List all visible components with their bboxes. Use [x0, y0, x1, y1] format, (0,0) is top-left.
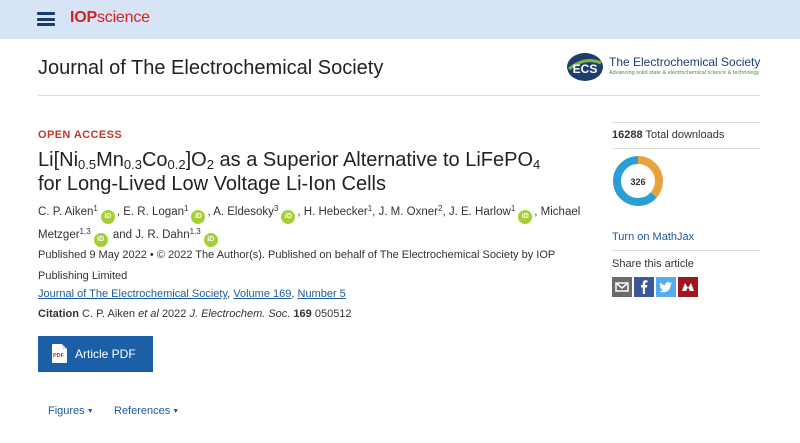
sidebar-divider	[612, 148, 760, 149]
affiliation-marker[interactable]: 1,3	[190, 227, 201, 236]
top-bar: IOPscience	[0, 0, 800, 39]
references-label: References	[114, 405, 171, 417]
article-pdf-button[interactable]: PDF Article PDF	[38, 336, 153, 372]
author-list: C. P. Aiken1iD, E. R. Logan1iD, A. Eldes…	[38, 201, 598, 247]
open-access-label: OPEN ACCESS	[38, 129, 123, 141]
volume-link[interactable]: Volume 169	[233, 288, 291, 300]
article-title: Li[Ni0.5Mn0.3Co0.2]O2 as a Superior Alte…	[38, 149, 541, 195]
orcid-icon[interactable]: iD	[100, 210, 115, 224]
ecs-logo[interactable]: ECS The Electrochemical Society Advancin…	[566, 52, 766, 86]
ecs-badge-initials: ECS	[573, 62, 598, 76]
caret-down-icon: ▼	[172, 408, 180, 415]
affiliation-marker[interactable]: 1	[511, 204, 515, 213]
publication-info: Published 9 May 2022 • © 2022 The Author…	[38, 249, 556, 282]
share-buttons	[612, 277, 760, 297]
header-divider	[38, 95, 760, 96]
issue-number-link[interactable]: Number 5	[298, 288, 346, 300]
orcid-icon[interactable]: iD	[281, 210, 296, 224]
author-name[interactable]: J. M. Oxner	[379, 206, 438, 218]
ecs-badge-icon: ECS	[567, 53, 603, 81]
pdf-icon-text: PDF	[53, 353, 64, 359]
citation-et-al: et al	[138, 308, 159, 320]
altmetric-score: 326	[630, 177, 645, 187]
facebook-icon[interactable]	[634, 277, 654, 297]
mendeley-icon[interactable]	[678, 277, 698, 297]
author-name[interactable]: H. Hebecker	[304, 206, 368, 218]
affiliation-marker[interactable]: 1	[368, 204, 372, 213]
pdf-file-icon: PDF	[52, 344, 67, 363]
download-count-number: 16288	[612, 129, 643, 141]
citation-journal: J. Electrochem. Soc.	[189, 308, 291, 320]
citation-line: Citation C. P. Aiken et al 2022 J. Elect…	[38, 308, 352, 320]
orcid-icon[interactable]: iD	[191, 210, 206, 224]
citation-article-number: 050512	[314, 308, 352, 320]
volume-breadcrumb: Journal of The Electrochemical Society, …	[38, 288, 346, 300]
author-name[interactable]: A. Eldesoky	[213, 206, 274, 218]
download-count: 16288 Total downloads	[612, 123, 760, 148]
altmetric-donut-icon: 326	[613, 156, 663, 206]
society-tagline: Advancing solid state & electrochemical …	[609, 70, 760, 76]
author-name[interactable]: E. R. Logan	[123, 206, 184, 218]
caret-down-icon: ▼	[86, 408, 94, 415]
citation-label: Citation	[38, 308, 79, 320]
citation-volume: 169	[293, 308, 312, 320]
author-name[interactable]: C. P. Aiken	[38, 206, 93, 218]
journal-title[interactable]: Journal of The Electrochemical Society	[38, 57, 383, 80]
mathjax-toggle-link[interactable]: Turn on MathJax	[612, 231, 760, 250]
download-count-label: Total downloads	[645, 129, 725, 141]
article-sidebar: 16288 Total downloads 326 Turn on MathJa…	[612, 122, 760, 297]
citation-year: 2022	[161, 308, 187, 320]
article-pdf-label: Article PDF	[75, 347, 136, 361]
hamburger-menu-icon[interactable]	[37, 12, 55, 26]
journal-link[interactable]: Journal of The Electrochemical Society	[38, 288, 227, 300]
affiliation-marker[interactable]: 1	[184, 204, 188, 213]
society-name: The Electrochemical Society	[609, 55, 761, 69]
affiliation-marker[interactable]: 3	[274, 204, 278, 213]
figures-label: Figures	[48, 405, 85, 417]
orcid-icon[interactable]: iD	[518, 210, 533, 224]
author-name[interactable]: J. E. Harlow	[449, 206, 511, 218]
affiliation-marker[interactable]: 2	[438, 204, 442, 213]
altmetric-badge[interactable]: 326	[612, 155, 664, 207]
iopscience-logo[interactable]: IOPscience	[70, 9, 150, 27]
figures-dropdown[interactable]: Figures ▼	[48, 405, 94, 417]
twitter-icon[interactable]	[656, 277, 676, 297]
references-dropdown[interactable]: References ▼	[114, 405, 179, 417]
share-label: Share this article	[612, 258, 694, 270]
email-icon[interactable]	[612, 277, 632, 297]
affiliation-marker[interactable]: 1,3	[80, 227, 91, 236]
author-name[interactable]: J. R. Dahn	[135, 229, 189, 241]
affiliation-marker[interactable]: 1	[93, 204, 97, 213]
citation-authors: C. P. Aiken	[82, 308, 136, 320]
and-word: and	[112, 229, 133, 241]
